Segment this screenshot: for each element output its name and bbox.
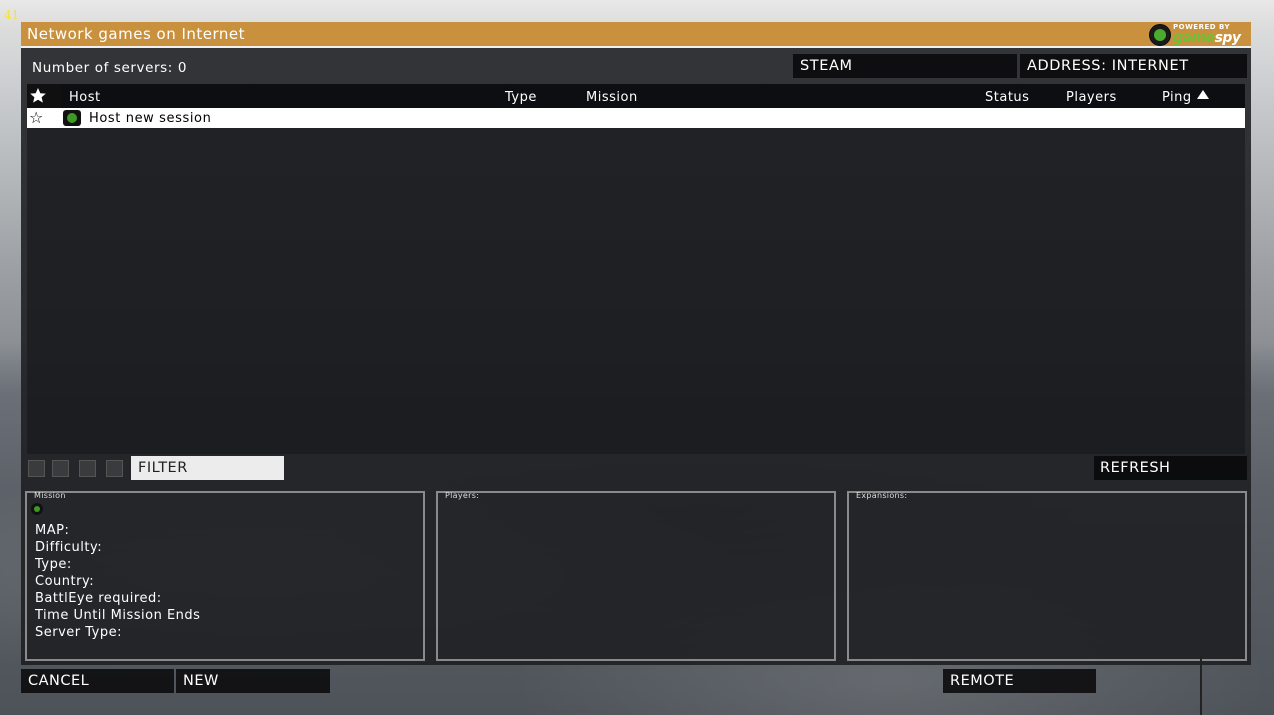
star-icon <box>30 88 46 103</box>
logo-brand: gamespy <box>1173 30 1241 46</box>
players-box-title: Players: <box>445 491 480 500</box>
server-status-icon <box>63 110 81 126</box>
background-pole <box>1200 655 1202 715</box>
mission-info-box: Mission MAP: Difficulty: Type: Country: … <box>25 491 425 661</box>
favorite-column-header[interactable] <box>27 84 61 108</box>
filter-button[interactable]: FILTER <box>131 456 284 480</box>
expansions-info-box: Expansions: <box>847 491 1247 661</box>
logo-brand-spy: spy <box>1214 30 1241 46</box>
mission-battleye: BattlEye required: <box>35 591 162 606</box>
filter-icon-1[interactable] <box>28 460 45 477</box>
server-list[interactable]: Host Type Mission Status Players Ping ☆ … <box>27 84 1245 454</box>
mission-type: Type: <box>35 557 72 572</box>
mission-details: MAP: Difficulty: Type: Country: BattlEye… <box>35 522 200 641</box>
column-players[interactable]: Players <box>1066 90 1117 105</box>
gamespy-globe-icon <box>1149 24 1171 46</box>
address-button[interactable]: ADDRESS: INTERNET <box>1020 54 1247 78</box>
column-type[interactable]: Type <box>505 90 537 105</box>
mission-server-type: Server Type: <box>35 625 123 640</box>
window-title: Network games on Internet <box>27 25 246 43</box>
expansions-box-title: Expansions: <box>856 491 908 500</box>
host-new-session[interactable]: Host new session <box>89 111 211 126</box>
column-status[interactable]: Status <box>985 90 1029 105</box>
fps-counter: 41 <box>4 8 20 22</box>
column-ping[interactable]: Ping <box>1162 90 1192 105</box>
new-button[interactable]: NEW <box>176 669 330 693</box>
remote-button[interactable]: REMOTE <box>943 669 1096 693</box>
server-browser-panel: Number of servers: 0 STEAM ADDRESS: INTE… <box>21 48 1251 665</box>
list-header: Host Type Mission Status Players Ping <box>27 84 1245 108</box>
mission-box-title: Mission <box>34 491 66 500</box>
table-row[interactable]: ☆ Host new session <box>27 108 1245 128</box>
mission-status-icon <box>31 503 43 515</box>
column-mission[interactable]: Mission <box>586 90 638 105</box>
network-games-window: Network games on Internet POWERED BY gam… <box>21 22 1251 665</box>
logo-brand-game: game <box>1173 30 1215 46</box>
gamespy-logo: POWERED BY gamespy <box>1149 23 1245 46</box>
favorite-star-icon[interactable]: ☆ <box>29 108 43 128</box>
column-host[interactable]: Host <box>69 90 101 105</box>
mission-country: Country: <box>35 574 95 589</box>
players-info-box: Players: <box>436 491 836 661</box>
mission-difficulty: Difficulty: <box>35 540 103 555</box>
refresh-button[interactable]: REFRESH <box>1094 456 1247 480</box>
cancel-button[interactable]: CANCEL <box>21 669 174 693</box>
filter-icon-3[interactable] <box>79 460 96 477</box>
window-titlebar: Network games on Internet POWERED BY gam… <box>21 22 1251 48</box>
mission-time-left: Time Until Mission Ends <box>35 608 201 623</box>
mission-map: MAP: <box>35 523 70 538</box>
filter-icon-2[interactable] <box>52 460 69 477</box>
sort-ascending-icon[interactable] <box>1197 90 1209 99</box>
steam-button[interactable]: STEAM <box>793 54 1017 78</box>
filter-icon-4[interactable] <box>106 460 123 477</box>
server-count: Number of servers: 0 <box>32 60 188 76</box>
